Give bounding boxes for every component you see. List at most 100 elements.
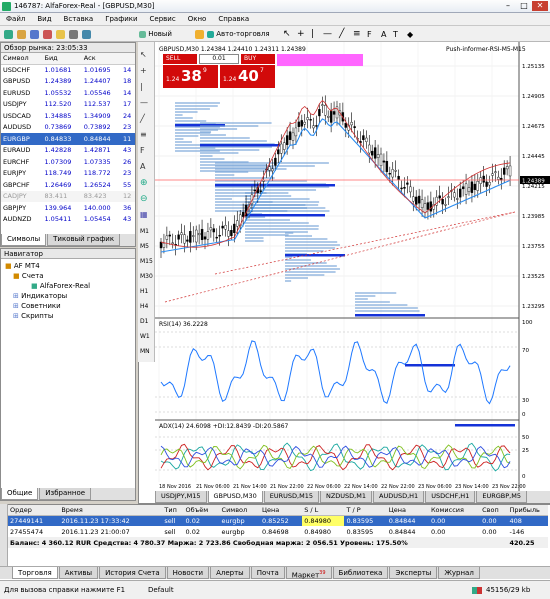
order-row[interactable]: 27449141 2016.11.23 17:33:42 sell 0.02 eurgb… [8,515,548,526]
chart-tab-usdjpy[interactable]: USDJPY,M15 [155,491,207,503]
vertical-line-icon[interactable]: | [310,28,315,40]
col-bid[interactable]: Бид [42,53,82,65]
minimize-icon[interactable]: – [500,1,516,11]
menu-help[interactable]: Справка [218,15,249,23]
terminal-col-header[interactable]: Тип [162,505,184,516]
trendline-icon[interactable]: ╱ [338,28,345,40]
menu-charts[interactable]: Графики [105,15,137,23]
col-spread[interactable] [120,53,135,65]
text-icon[interactable]: A [380,28,387,40]
timeframe-m5[interactable]: M5 [140,243,149,250]
tab-favorites[interactable]: Избранное [39,488,92,500]
lot-size-input[interactable]: 0.01 [199,54,239,64]
nav-root[interactable]: ■ AF MT4 [5,262,40,270]
toolbar-fibo-icon[interactable]: F [140,146,145,155]
terminal-col-header[interactable]: T / P [344,505,387,516]
terminal-col-header[interactable]: S / L [302,505,345,516]
terminal-col-header[interactable]: Цена [259,505,303,516]
order-row[interactable]: 27455474 2016.11.23 21:00:07 sell 0.02 eurgb… [8,526,548,537]
cursor-icon[interactable]: ↖ [282,28,292,40]
nav-experts[interactable]: ⊞ Советники [13,302,61,310]
market-watch-row[interactable]: USDCHF 1.01681 1.01695 14 [1,64,135,76]
navigator-icon[interactable] [55,28,66,40]
market-watch-row[interactable]: EURUSD 1.05532 1.05546 14 [1,87,135,99]
tab-history[interactable]: История Счета [99,567,166,579]
profiles-icon[interactable] [16,28,27,40]
menu-file[interactable]: Файл [6,15,25,23]
new-order-button[interactable]: Новый ордер [138,28,190,49]
market-watch-row[interactable]: USDJPY 112.520 112.537 17 [1,99,135,111]
col-ask[interactable]: Аск [81,53,121,65]
tab-market[interactable]: Маркет39 [285,567,332,579]
tab-trade[interactable]: Торговля [12,567,58,579]
buy-button[interactable]: BUY [241,54,275,64]
tab-experts[interactable]: Эксперты [389,567,438,579]
menu-insert[interactable]: Вставка [64,15,94,23]
menu-window[interactable]: Окно [188,15,207,23]
market-watch-row[interactable]: EURGBP 0.84833 0.84844 11 [1,133,135,145]
chart-tab-eurgbp[interactable]: EURGBP,M5 [476,491,527,503]
timeframe-w1[interactable]: W1 [140,333,150,340]
tab-mailbox[interactable]: Почта [250,567,285,579]
timeframe-m15[interactable]: M15 [140,258,153,265]
zoom-out-icon[interactable]: ⊖ [140,194,148,204]
tab-journal[interactable]: Журнал [438,567,480,579]
nav-accounts[interactable]: ■ Счета [13,272,44,280]
price-chart[interactable]: 1.25135 1.24905 1.24675 1.24445 1.24215 1.239… [155,42,550,491]
close-icon[interactable]: ✕ [532,1,548,11]
timeframe-d1[interactable]: D1 [140,318,148,325]
market-watch-row[interactable]: AUDUSD 0.73869 0.73892 23 [1,122,135,134]
menu-view[interactable]: Вид [37,15,51,23]
market-watch-row[interactable]: CADJPY 83.411 83.423 12 [1,190,135,202]
tab-symbols[interactable]: Символы [1,234,47,246]
toolbar-trend-icon[interactable]: ╱ [140,114,145,123]
horizontal-line-icon[interactable]: — [322,28,333,40]
timeframe-mn[interactable]: MN [140,348,150,355]
timeframe-h1[interactable]: H1 [140,288,148,295]
toolbar-text-icon[interactable]: A [140,162,145,171]
terminal-icon[interactable] [68,28,79,40]
terminal-col-header[interactable]: Символ [219,505,260,516]
tab-alerts[interactable]: Алерты [210,567,250,579]
chart-tab-usdchf[interactable]: USDCHF,H1 [425,491,476,503]
chart-tab-nzdusd[interactable]: NZDUSD,M1 [319,491,372,503]
toolbar-hline-icon[interactable]: — [140,98,148,107]
sell-button[interactable]: SELL [163,54,197,64]
nav-scripts[interactable]: ⊞ Скрипты [13,312,53,320]
market-watch-icon[interactable] [29,28,40,40]
terminal-col-header[interactable]: Прибыль [507,505,548,516]
market-watch-row[interactable]: EURCHF 1.07309 1.07335 26 [1,156,135,168]
market-watch-row[interactable]: EURJPY 118.749 118.772 23 [1,168,135,180]
toolbar-line-icon[interactable]: | [140,82,143,91]
tab-news[interactable]: Новости [166,567,210,579]
col-symbol[interactable]: Символ [1,53,43,65]
nav-indicators[interactable]: ⊞ Индикаторы [13,292,67,300]
terminal-col-header[interactable]: Своп [480,505,508,516]
market-watch-row[interactable]: GBPJPY 139.964 140.000 36 [1,202,135,214]
nav-account-server[interactable]: ■ AlfaForex-Real [31,282,90,290]
tab-exposure[interactable]: Активы [58,567,99,579]
tab-tick-chart[interactable]: Тиковый график [47,234,121,246]
market-watch-row[interactable]: EURAUD 1.42828 1.42871 43 [1,145,135,157]
market-watch-row[interactable]: USDCAD 1.34885 1.34909 24 [1,110,135,122]
maximize-icon[interactable]: □ [516,1,532,11]
toolbar-cross-icon[interactable]: + [140,66,147,75]
fibo-icon[interactable]: F [366,28,373,40]
chart-tab-audusd[interactable]: AUDUSD,H1 [373,491,425,503]
timeframe-m1[interactable]: M1 [140,228,149,235]
new-chart-icon[interactable] [3,28,14,40]
toolbar-arrow-icon[interactable]: ↖ [140,50,147,59]
market-watch-row[interactable]: GBPUSD 1.24389 1.24407 18 [1,76,135,88]
data-window-icon[interactable] [42,28,53,40]
terminal-col-header[interactable]: Цена [386,505,429,516]
terminal-col-header[interactable]: Ордер [8,505,60,516]
channel-icon[interactable]: ≡ [352,28,362,40]
terminal-col-header[interactable]: Время [59,505,163,516]
crosshair-icon[interactable]: + [296,28,306,40]
timeframe-m30[interactable]: M30 [140,273,153,280]
market-watch-row[interactable]: AUDNZD 1.05411 1.05454 43 [1,214,135,226]
auto-trading-button[interactable]: Авто-торговля [206,28,276,40]
buy-price-box[interactable]: 1.24 40 7 [220,65,275,88]
terminal-col-header[interactable]: Комиссия [428,505,481,516]
toolbar-channel-icon[interactable]: ≡ [140,130,147,139]
